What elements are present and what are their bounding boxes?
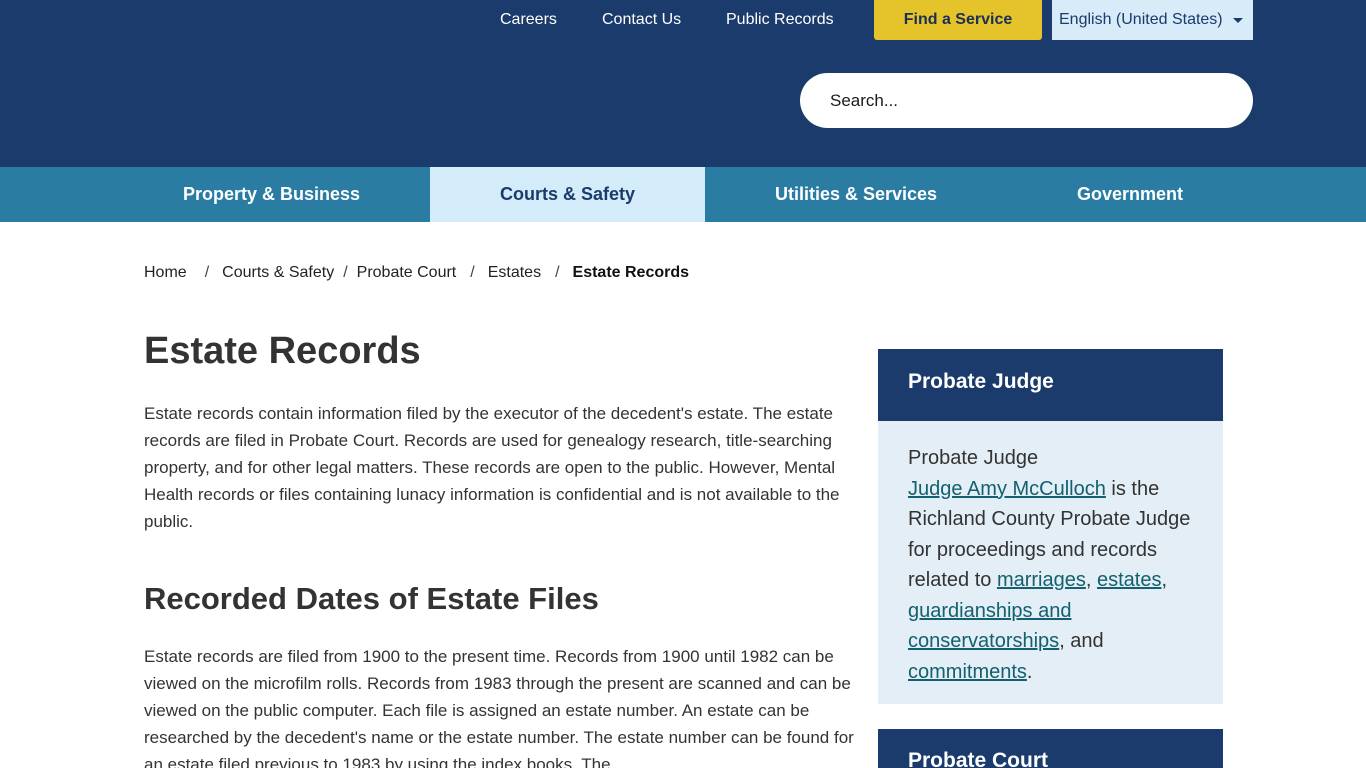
card-comma: , bbox=[1085, 569, 1092, 591]
page-title: Estate Records bbox=[144, 330, 421, 372]
breadcrumb-home[interactable]: Home bbox=[144, 264, 187, 282]
probate-judge-card-body: Probate Judge Judge Amy McCulloch is the… bbox=[878, 421, 1223, 704]
public-records-link[interactable]: Public Records bbox=[726, 0, 834, 40]
card-and-text: , and bbox=[1059, 630, 1104, 652]
card-comma: , bbox=[1161, 569, 1168, 591]
probate-judge-card-title: Probate Judge bbox=[878, 349, 1223, 421]
breadcrumb-current: Estate Records bbox=[572, 264, 690, 281]
language-select[interactable]: English (United States) bbox=[1052, 0, 1253, 40]
judge-amy-mcculloch-link[interactable]: Judge Amy McCulloch bbox=[908, 478, 1106, 500]
utility-bar: Careers Contact Us Public Records Find a… bbox=[0, 0, 1366, 40]
contact-us-link[interactable]: Contact Us bbox=[602, 0, 681, 40]
probate-court-card-title: Probate Court bbox=[878, 729, 1223, 768]
breadcrumb-estates[interactable]: Estates bbox=[488, 264, 541, 282]
breadcrumb: Home / Courts & Safety / Probate Court / Estat… bbox=[144, 264, 689, 282]
careers-link[interactable]: Careers bbox=[500, 0, 557, 40]
marriages-link[interactable]: marriages bbox=[997, 569, 1086, 591]
nav-item-utilities-services[interactable]: Utilities & Services bbox=[720, 167, 992, 222]
card-text-lead: Probate Judge bbox=[908, 447, 1039, 469]
intro-paragraph: Estate records contain information filed… bbox=[144, 404, 840, 531]
breadcrumb-separator: / bbox=[343, 264, 348, 281]
section-heading: Recorded Dates of Estate Files bbox=[144, 581, 599, 616]
breadcrumb-separator: / bbox=[555, 264, 560, 281]
commitments-link[interactable]: commitments bbox=[908, 661, 1027, 683]
breadcrumb-probate-court[interactable]: Probate Court bbox=[357, 264, 457, 282]
nav-item-government[interactable]: Government bbox=[993, 167, 1267, 222]
breadcrumb-separator: / bbox=[204, 264, 210, 281]
main-nav: Property & Business Courts & Safety Util… bbox=[0, 167, 1366, 222]
nav-item-property-business[interactable]: Property & Business bbox=[135, 167, 408, 222]
site-header bbox=[0, 40, 1366, 167]
estates-link[interactable]: estates bbox=[1097, 569, 1161, 591]
card-period: . bbox=[1026, 660, 1033, 683]
breadcrumb-separator: / bbox=[470, 264, 475, 281]
breadcrumb-courts-safety[interactable]: Courts & Safety bbox=[222, 264, 334, 282]
nav-item-courts-safety[interactable]: Courts & Safety bbox=[430, 167, 705, 222]
section-paragraph: Estate records are filed from 1900 to th… bbox=[144, 647, 854, 768]
chevron-down-icon bbox=[1233, 18, 1243, 23]
language-select-label: English (United States) bbox=[1059, 11, 1223, 28]
find-a-service-button[interactable]: Find a Service bbox=[874, 0, 1042, 40]
search-input[interactable] bbox=[800, 73, 1253, 128]
guardianships-link[interactable]: guardianships and conservatorships bbox=[908, 600, 1071, 653]
